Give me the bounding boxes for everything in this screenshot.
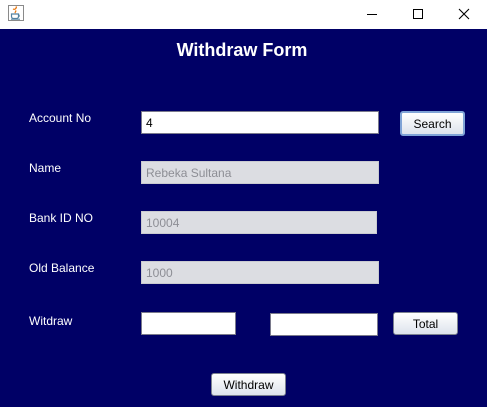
account-no-label: Account No — [29, 111, 92, 125]
maximize-icon — [412, 5, 424, 24]
maximize-button[interactable] — [395, 0, 441, 28]
total-button[interactable]: Total — [393, 312, 458, 335]
bank-id-field — [141, 211, 377, 234]
window-titlebar — [0, 0, 487, 28]
total-input[interactable] — [270, 313, 378, 336]
close-icon — [458, 5, 470, 24]
withdraw-button[interactable]: Withdraw — [211, 373, 286, 396]
account-no-input[interactable] — [141, 111, 379, 134]
old-balance-field — [141, 261, 379, 284]
withdraw-amount-input[interactable] — [141, 312, 236, 335]
withdraw-form-panel: Withdraw Form Account No Search Name Ban… — [0, 29, 487, 407]
name-label: Name — [29, 161, 62, 175]
withdraw-label: Witdraw — [29, 314, 73, 328]
search-button[interactable]: Search — [400, 111, 465, 136]
minimize-button[interactable] — [349, 0, 395, 28]
name-field — [141, 161, 379, 184]
java-icon — [8, 5, 24, 21]
close-button[interactable] — [441, 0, 487, 28]
form-title: Withdraw Form — [176, 40, 308, 60]
minimize-icon — [366, 5, 378, 24]
old-balance-label: Old Balance — [29, 261, 95, 275]
bank-id-label: Bank ID NO — [29, 211, 94, 225]
